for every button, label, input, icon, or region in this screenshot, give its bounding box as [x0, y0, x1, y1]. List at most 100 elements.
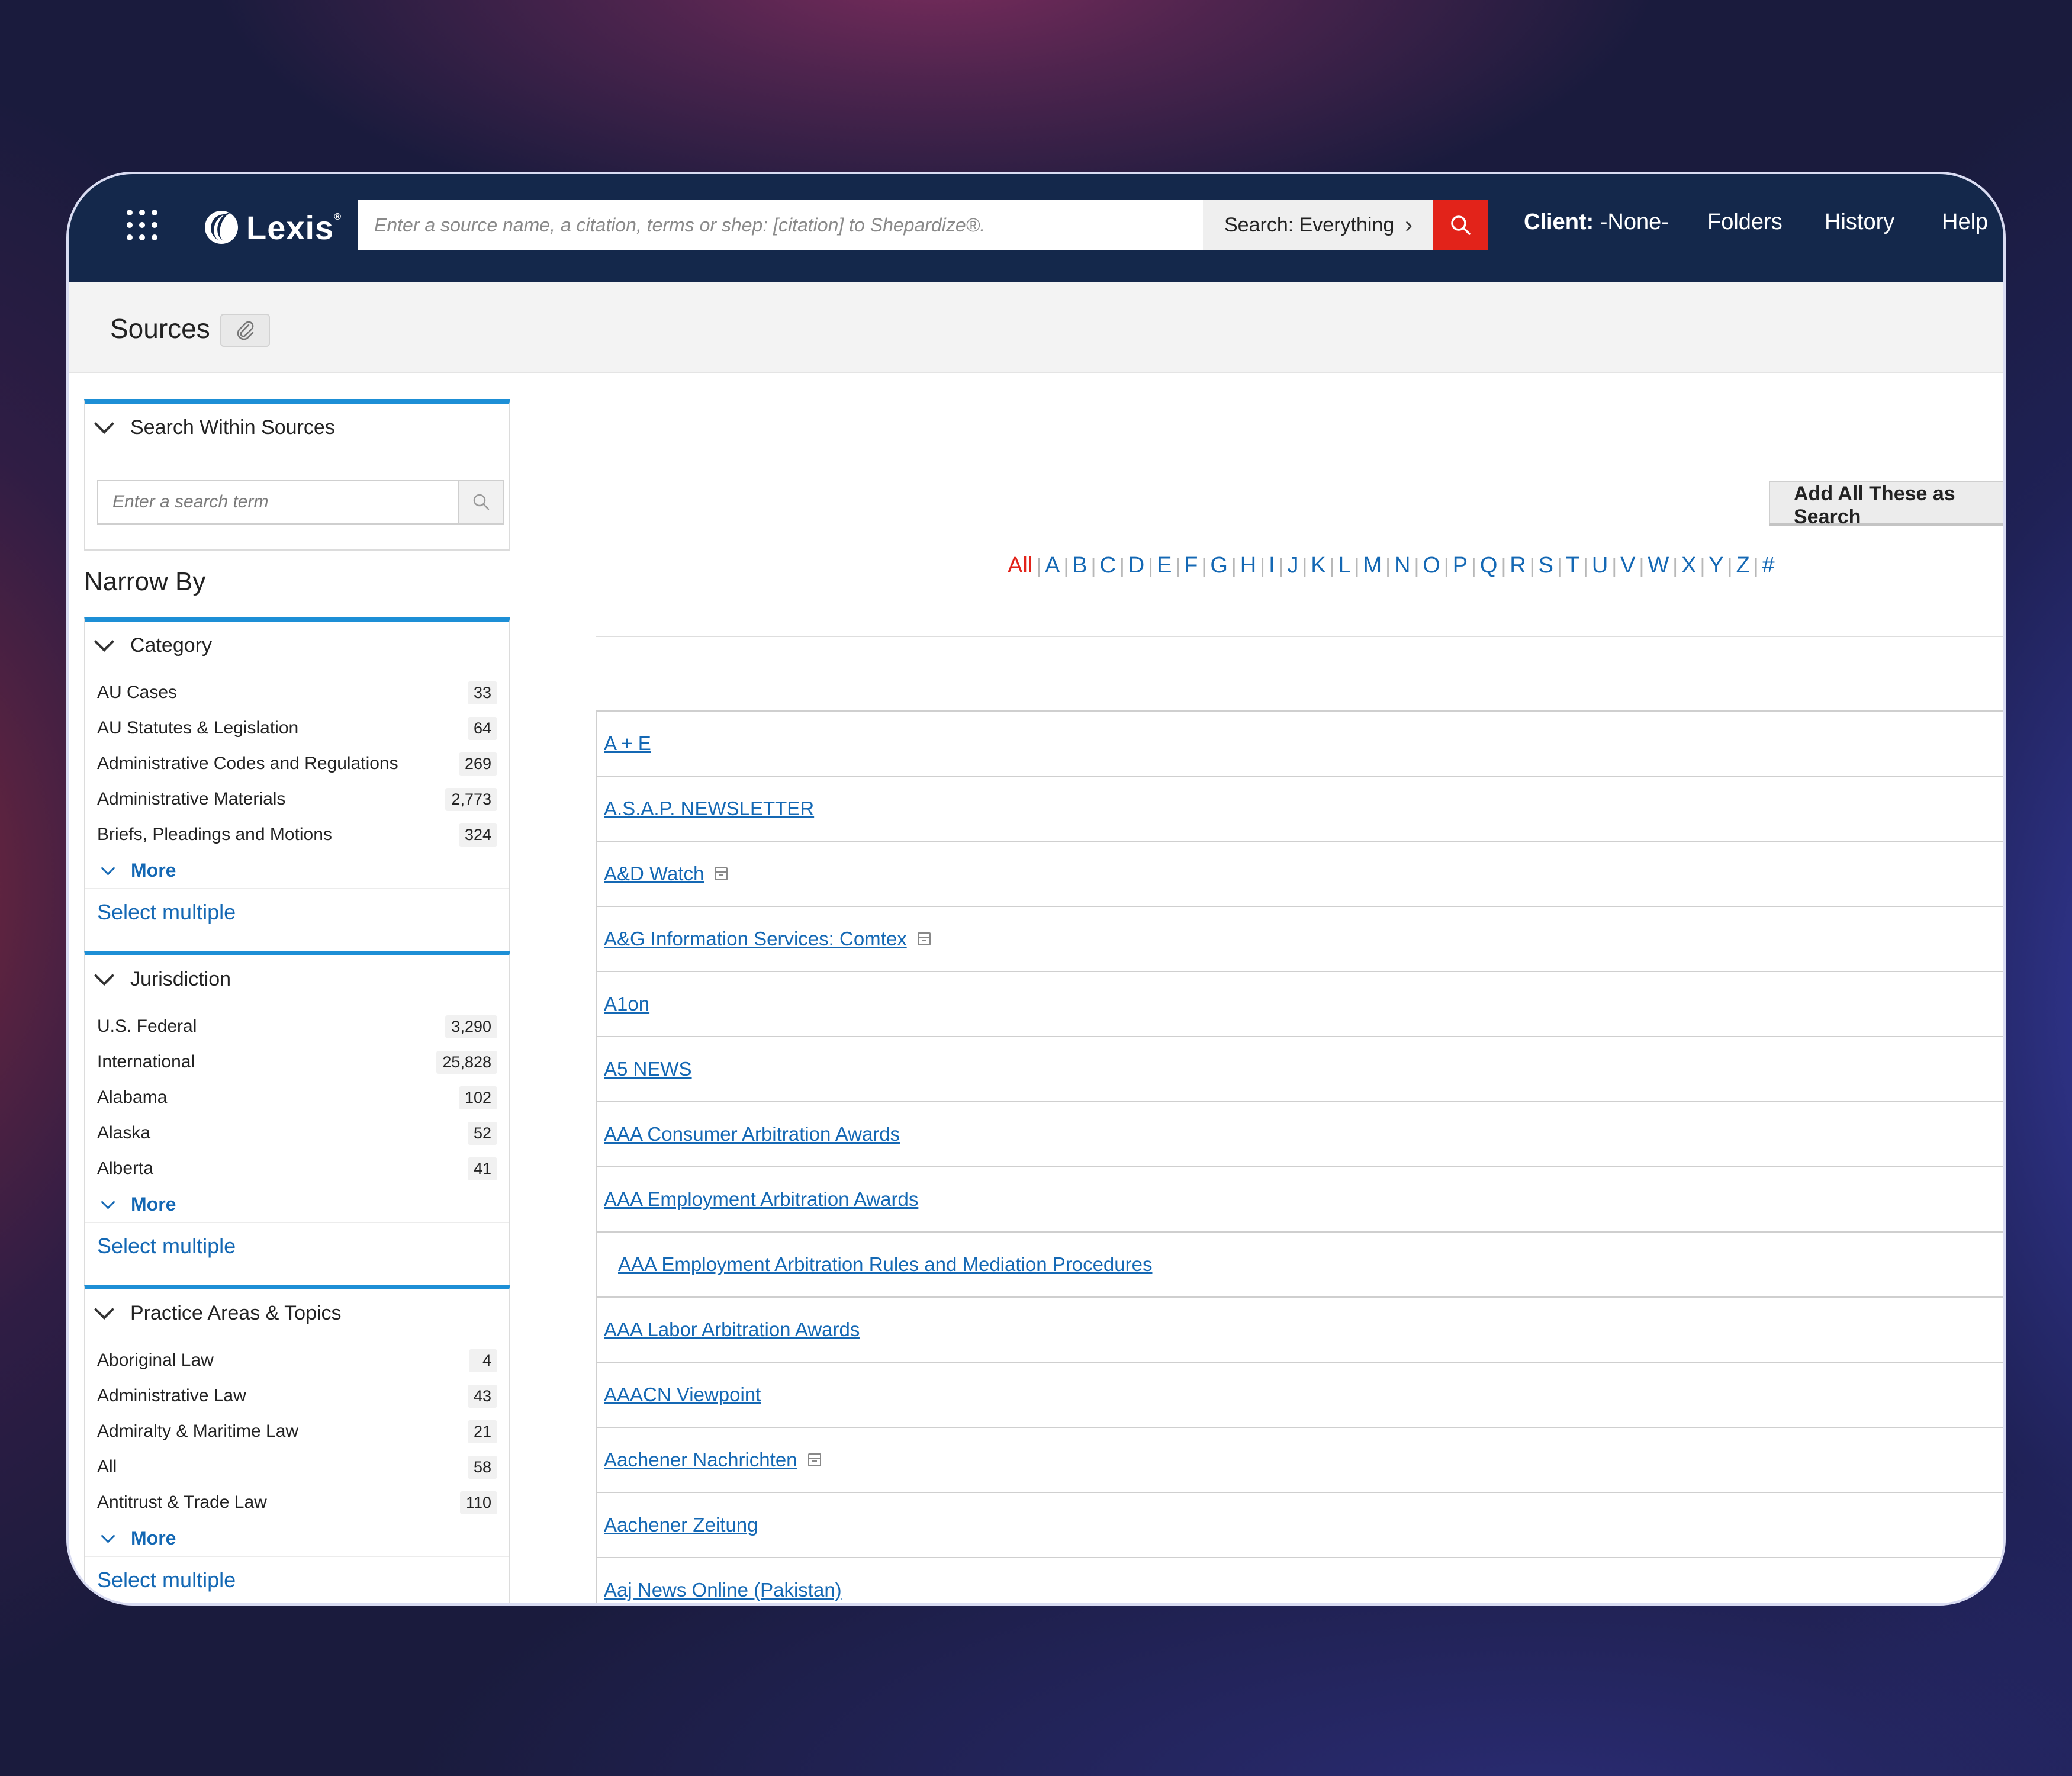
source-link[interactable]: AAA Employment Arbitration Awards [604, 1188, 918, 1211]
search-within-toggle[interactable]: Search Within Sources [85, 404, 509, 451]
lexis-logo[interactable]: Lexis® [205, 204, 342, 251]
facet-item[interactable]: Aboriginal Law 4 [85, 1343, 509, 1378]
app-grid-icon[interactable] [127, 210, 157, 240]
separator: | [1529, 555, 1535, 577]
facet-item[interactable]: Alabama 102 [85, 1080, 509, 1115]
facet-item[interactable]: AU Statutes & Legislation 64 [85, 710, 509, 746]
alphabet-letter-y[interactable]: Y [1709, 553, 1723, 578]
alphabet-letter-o[interactable]: O [1423, 553, 1440, 578]
main-search-input[interactable] [358, 200, 1203, 250]
source-link[interactable]: AAA Labor Arbitration Awards [604, 1318, 860, 1341]
source-link[interactable]: A1on [604, 993, 649, 1015]
source-row: A&G Information Services: Comtex [597, 907, 2003, 972]
alphabet-letter-e[interactable]: E [1157, 553, 1172, 578]
search-icon [473, 494, 490, 510]
facet-item[interactable]: Alberta 41 [85, 1151, 509, 1186]
facet-more-button[interactable]: More [85, 1520, 509, 1556]
alphabet-letter-z[interactable]: Z [1736, 553, 1749, 578]
select-multiple-link[interactable]: Select multiple [85, 1556, 509, 1603]
alphabet-letter-f[interactable]: F [1184, 553, 1198, 578]
alphabet-letter-u[interactable]: U [1592, 553, 1608, 578]
alphabet-letter-d[interactable]: D [1128, 553, 1144, 578]
facet-practice-areas-toggle[interactable]: Practice Areas & Topics [85, 1289, 509, 1337]
paperclip-icon [237, 321, 254, 340]
facet-item[interactable]: Administrative Law 43 [85, 1378, 509, 1414]
search-scope-selector[interactable]: Search: Everything › [1203, 200, 1433, 250]
alphabet-letter-t[interactable]: T [1566, 553, 1579, 578]
alphabet-letter-v[interactable]: V [1620, 553, 1635, 578]
facet-category-toggle[interactable]: Category [85, 622, 509, 669]
facet-item[interactable]: All 58 [85, 1449, 509, 1485]
alphabet-letter-p[interactable]: P [1453, 553, 1468, 578]
source-link[interactable]: A&D Watch [604, 863, 704, 885]
facet-item[interactable]: AU Cases 33 [85, 675, 509, 710]
alphabet-letter-x[interactable]: X [1681, 553, 1696, 578]
separator: | [1672, 555, 1678, 577]
source-link[interactable]: AAA Employment Arbitration Rules and Med… [618, 1253, 1152, 1276]
alphabet-letter-c[interactable]: C [1099, 553, 1115, 578]
alphabet-letter-m[interactable]: M [1363, 553, 1382, 578]
chevron-down-icon [94, 414, 114, 434]
facet-more-button[interactable]: More [85, 1186, 509, 1222]
alphabet-letter-s[interactable]: S [1539, 553, 1553, 578]
nav-history[interactable]: History [1825, 210, 1894, 235]
more-label: More [131, 1193, 176, 1215]
alphabet-letter-hash[interactable]: # [1762, 553, 1775, 578]
source-link[interactable]: A&G Information Services: Comtex [604, 928, 907, 950]
alphabet-letter-w[interactable]: W [1648, 553, 1669, 578]
separator: | [1329, 555, 1335, 577]
nav-help[interactable]: Help [1942, 210, 1988, 235]
source-link[interactable]: A5 NEWS [604, 1058, 692, 1080]
alphabet-letter-l[interactable]: L [1339, 553, 1351, 578]
facet-jurisdiction-toggle[interactable]: Jurisdiction [85, 955, 509, 1003]
add-all-as-search-button[interactable]: Add All These as Search [1769, 481, 2003, 528]
facet-item[interactable]: U.S. Federal 3,290 [85, 1009, 509, 1044]
pin-page-button[interactable] [220, 314, 270, 347]
search-within-input[interactable] [97, 480, 459, 525]
separator: | [1090, 555, 1096, 577]
source-link[interactable]: Aaj News Online (Pakistan) [604, 1579, 842, 1601]
source-link[interactable]: Aachener Nachrichten [604, 1449, 797, 1471]
separator: | [1119, 555, 1125, 577]
facet-item-count: 58 [467, 1455, 497, 1479]
search-button[interactable] [1433, 200, 1488, 250]
facet-more-button[interactable]: More [85, 852, 509, 888]
alphabet-letter-b[interactable]: B [1072, 553, 1087, 578]
alphabet-letter-i[interactable]: I [1269, 553, 1275, 578]
separator: | [1148, 555, 1154, 577]
alphabet-letter-a[interactable]: A [1045, 553, 1060, 578]
alphabet-letter-all[interactable]: All [1008, 553, 1032, 578]
source-link[interactable]: A + E [604, 732, 651, 755]
source-row: AAACN Viewpoint [597, 1363, 2003, 1428]
facet-item[interactable]: Administrative Materials 2,773 [85, 781, 509, 817]
source-link[interactable]: AAA Consumer Arbitration Awards [604, 1123, 900, 1146]
facet-item[interactable]: Alaska 52 [85, 1115, 509, 1151]
source-link[interactable]: AAACN Viewpoint [604, 1384, 761, 1406]
alphabet-letter-g[interactable]: G [1210, 553, 1228, 578]
alphabet-letter-n[interactable]: N [1394, 553, 1410, 578]
facet-item-label: Briefs, Pleadings and Motions [97, 825, 332, 844]
alphabet-filter: All | A | B | C | D | E | F | G | H | I | J | K | L | M | N | O | P | Q | R |… [1008, 553, 1775, 578]
facet-item[interactable]: Briefs, Pleadings and Motions 324 [85, 817, 509, 852]
alphabet-letter-k[interactable]: K [1311, 553, 1325, 578]
select-multiple-link[interactable]: Select multiple [85, 888, 509, 935]
facet-item[interactable]: International 25,828 [85, 1044, 509, 1080]
select-multiple-link[interactable]: Select multiple [85, 1222, 509, 1269]
facet-title: Jurisdiction [130, 967, 231, 990]
source-link[interactable]: A.S.A.P. NEWSLETTER [604, 797, 814, 820]
client-selector[interactable]: Client: -None- [1524, 210, 1669, 235]
source-link[interactable]: Aachener Zeitung [604, 1514, 758, 1536]
alphabet-letter-q[interactable]: Q [1480, 553, 1498, 578]
alphabet-letter-h[interactable]: H [1240, 553, 1256, 578]
top-nav-bar: Lexis® Search: Everything › Client: -Non… [69, 174, 2003, 282]
search-within-button[interactable] [458, 480, 504, 525]
facet-item-count: 21 [467, 1420, 497, 1443]
nav-folders[interactable]: Folders [1707, 210, 1783, 235]
alphabet-letter-j[interactable]: J [1287, 553, 1298, 578]
search-within-title: Search Within Sources [130, 416, 335, 439]
source-row: A5 NEWS [597, 1037, 2003, 1102]
facet-item[interactable]: Administrative Codes and Regulations 269 [85, 746, 509, 781]
facet-item[interactable]: Admiralty & Maritime Law 21 [85, 1414, 509, 1449]
facet-item[interactable]: Antitrust & Trade Law 110 [85, 1485, 509, 1520]
alphabet-letter-r[interactable]: R [1510, 553, 1526, 578]
